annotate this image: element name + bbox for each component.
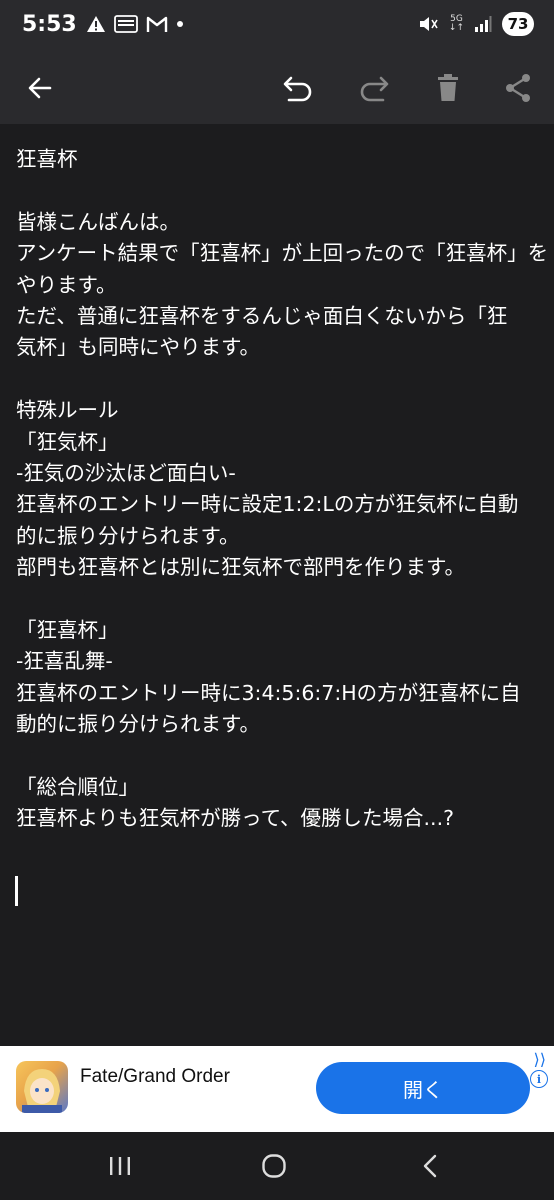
ad-info-icon[interactable]: i: [530, 1070, 548, 1088]
note-line: 部門も狂喜杯とは別に狂気杯で部門を作ります。: [16, 555, 465, 580]
app-notification-icon: [114, 15, 138, 33]
warning-icon: [87, 16, 105, 32]
note-line: [16, 583, 540, 614]
editor-toolbar: [0, 52, 554, 124]
note-line: 狂喜杯: [16, 147, 78, 171]
recent-apps-icon: [110, 1157, 130, 1175]
note-line: 狂喜杯よりも狂気杯が勝って、優勝した場合...?: [16, 806, 454, 831]
mute-vibrate-icon: [419, 17, 438, 31]
network-type: 5G ↓↑: [449, 15, 464, 33]
back-chevron-icon: [423, 1154, 437, 1178]
note-line: 気杯」も同時にやります。: [16, 335, 260, 360]
note-line: 「総合順位」: [16, 774, 139, 799]
share-button[interactable]: [496, 66, 540, 110]
note-line: 特殊ルール: [16, 398, 119, 423]
back-arrow-icon: [28, 77, 52, 99]
note-line: 「狂喜杯」: [16, 617, 119, 642]
note-line: 動的に振り分けられます。: [16, 712, 260, 737]
delete-button[interactable]: [426, 66, 470, 110]
undo-icon: [283, 76, 312, 102]
trash-icon: [438, 74, 458, 101]
redo-icon: [360, 76, 389, 102]
system-nav-bar: [0, 1132, 554, 1200]
note-line: やります。: [16, 272, 117, 297]
note-body[interactable]: 狂喜杯皆様こんばんは。アンケート結果で「狂喜杯」が上回ったので「狂喜杯」を やりま…: [16, 144, 549, 835]
note-line: 皆様こんばんは。: [16, 209, 180, 234]
home-icon: [262, 1154, 286, 1178]
text-cursor: [15, 876, 18, 906]
ad-title[interactable]: Fate/Grand Order: [80, 1066, 230, 1088]
gmail-icon: [146, 16, 168, 32]
redo-button[interactable]: [352, 66, 396, 110]
note-line: アンケート結果で「狂喜杯」が上回ったので「狂喜杯」を: [16, 241, 549, 266]
share-icon: [506, 74, 530, 102]
recent-apps-button[interactable]: [90, 1146, 150, 1186]
note-line: 狂喜杯のエントリー時に設定1:2:Lの方が狂気杯に自動: [16, 492, 519, 517]
signal-icon: [475, 16, 492, 32]
open-button[interactable]: 開く: [316, 1062, 530, 1114]
undo-button[interactable]: [276, 66, 320, 110]
ad-banner[interactable]: Fate/Grand Order 開く ⟩⟩ i: [0, 1046, 554, 1132]
note-line: [16, 364, 540, 395]
status-right-icons: 5G ↓↑ 73: [417, 12, 534, 36]
note-line: [16, 175, 540, 206]
back-button[interactable]: [18, 66, 62, 110]
data-arrows-icon: ↓↑: [448, 23, 464, 33]
battery-indicator: 73: [502, 12, 534, 36]
note-line: [16, 740, 540, 771]
note-line: -狂喜乱舞-: [16, 649, 113, 674]
app-icon[interactable]: [16, 1061, 68, 1113]
status-time: 5:53: [22, 12, 77, 37]
home-button[interactable]: [244, 1146, 304, 1186]
note-line: 狂喜杯のエントリー時に3:4:5:6:7:Hの方が狂喜杯に自: [16, 680, 521, 705]
note-line: -狂気の沙汰ほど面白い-: [16, 460, 236, 485]
status-left-icons: [86, 14, 184, 34]
dot-icon: [177, 21, 183, 27]
status-bar: 5:53 5G ↓↑ 73: [0, 0, 554, 52]
note-line: 「狂気杯」: [16, 429, 119, 454]
note-line: 的に振り分けられます。: [16, 523, 240, 548]
back-nav-button[interactable]: [400, 1146, 460, 1186]
note-editor[interactable]: 狂喜杯皆様こんばんは。アンケート結果で「狂喜杯」が上回ったので「狂喜杯」を やりま…: [0, 124, 554, 1046]
game-character-icon: [22, 1069, 62, 1113]
note-line: ただ、普通に狂喜杯をするんじゃ面白くないから「狂: [16, 303, 508, 328]
ad-close-icon[interactable]: ⟩⟩: [534, 1050, 546, 1069]
